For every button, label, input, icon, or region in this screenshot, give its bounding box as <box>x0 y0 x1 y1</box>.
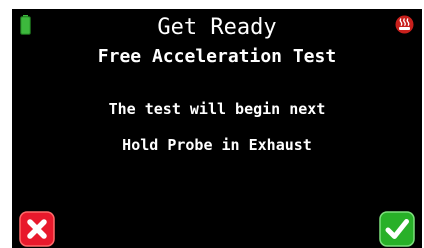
cancel-button[interactable] <box>19 211 55 247</box>
page-title: Get Ready <box>157 15 277 40</box>
device-screen: Get Ready Free Acceleration Test The tes… <box>12 9 422 248</box>
x-icon <box>19 211 55 247</box>
confirm-button[interactable] <box>379 211 415 247</box>
checkmark-icon <box>379 211 415 247</box>
test-name: Free Acceleration Test <box>97 46 337 67</box>
heater-icon <box>395 15 414 34</box>
instruction-text: The test will begin next <box>108 100 326 118</box>
instruction-detail: Hold Probe in Exhaust <box>122 136 312 154</box>
